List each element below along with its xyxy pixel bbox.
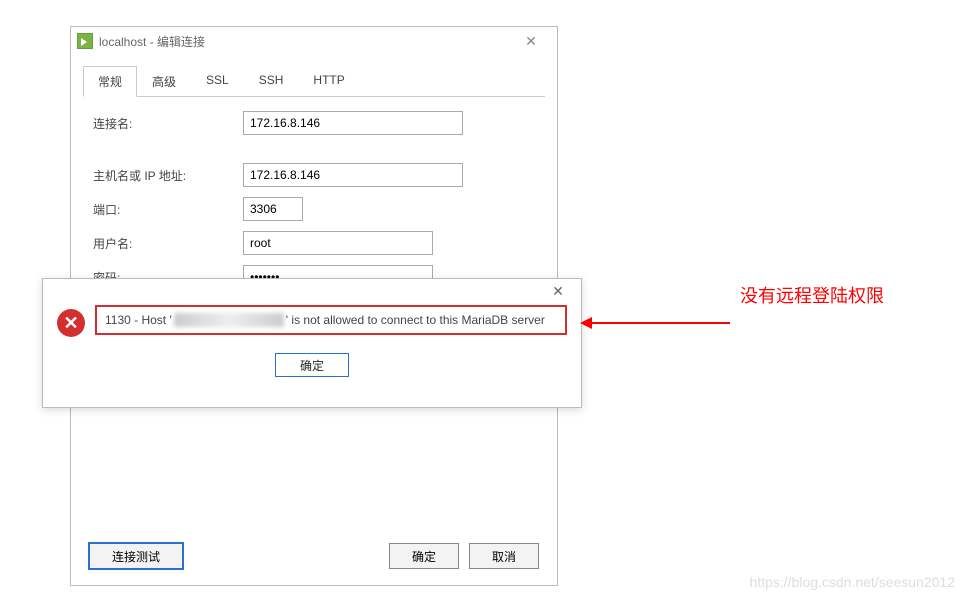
connection-name-label: 连接名:	[93, 115, 243, 132]
titlebar: localhost - 编辑连接 ✕	[71, 27, 557, 55]
close-icon[interactable]: ✕	[511, 33, 551, 50]
connection-name-input[interactable]	[243, 111, 463, 135]
app-icon	[77, 33, 93, 49]
annotation-text: 没有远程登陆权限	[740, 282, 884, 308]
redacted-host	[174, 313, 284, 327]
tab-advanced[interactable]: 高级	[137, 66, 191, 97]
tab-bar: 常规 高级 SSL SSH HTTP	[83, 65, 545, 97]
error-body: ✕ 1130 - Host ' ' is not allowed to conn…	[43, 303, 581, 337]
error-button-row: 确定	[43, 353, 581, 377]
error-text-after: ' is not allowed to connect to this Mari…	[286, 313, 545, 327]
host-label: 主机名或 IP 地址:	[93, 167, 243, 184]
button-bar: 连接测试 确定 取消	[89, 543, 539, 569]
tab-ssl[interactable]: SSL	[191, 66, 244, 97]
window-title: localhost - 编辑连接	[99, 33, 511, 50]
cancel-button[interactable]: 取消	[469, 543, 539, 569]
port-label: 端口:	[93, 201, 243, 218]
tab-ssh[interactable]: SSH	[244, 66, 299, 97]
host-input[interactable]	[243, 163, 463, 187]
username-input[interactable]	[243, 231, 433, 255]
watermark: https://blog.csdn.net/seesun2012	[750, 574, 955, 590]
error-icon: ✕	[57, 309, 85, 337]
port-input[interactable]	[243, 197, 303, 221]
test-connection-button[interactable]: 连接测试	[89, 543, 183, 569]
spacer	[193, 543, 379, 569]
error-ok-button[interactable]: 确定	[275, 353, 349, 377]
username-label: 用户名:	[93, 235, 243, 252]
error-titlebar: ✕	[43, 279, 581, 303]
error-text-before: 1130 - Host '	[105, 313, 172, 327]
tab-http[interactable]: HTTP	[298, 66, 359, 97]
ok-button[interactable]: 确定	[389, 543, 459, 569]
annotation-arrow	[590, 322, 730, 324]
close-icon[interactable]: ✕	[543, 283, 573, 300]
tab-general[interactable]: 常规	[83, 66, 137, 97]
error-message-box: 1130 - Host ' ' is not allowed to connec…	[95, 305, 567, 335]
error-dialog: ✕ ✕ 1130 - Host ' ' is not allowed to co…	[42, 278, 582, 408]
